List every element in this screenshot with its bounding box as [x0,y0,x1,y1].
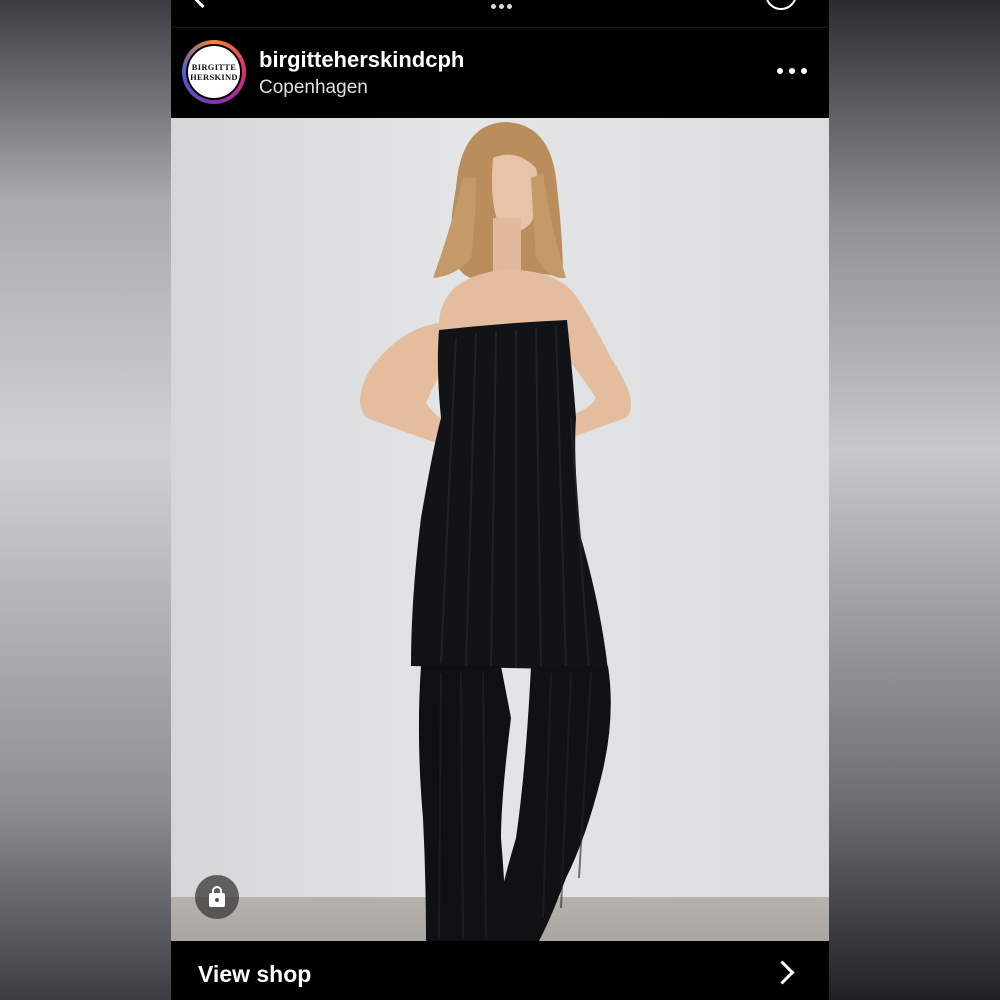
profile-circle-icon[interactable] [765,0,797,10]
background-blur-left [0,0,171,1000]
avatar[interactable]: BIRGITTE HERSKIND [186,44,242,100]
post-image[interactable] [171,118,829,941]
story-ring[interactable]: BIRGITTE HERSKIND [182,40,246,104]
post-header: BIRGITTE HERSKIND birgitteherskindcph Co… [171,28,829,118]
model-illustration [359,122,631,941]
avatar-logo-line1: BIRGITTE [191,62,237,72]
username[interactable]: birgitteherskindcph [259,47,464,73]
top-navigation-bar [171,0,829,28]
chevron-right-icon [770,960,795,985]
chevron-left-icon[interactable] [191,0,214,9]
location[interactable]: Copenhagen [259,77,368,99]
avatar-logo-line2: HERSKIND [190,72,238,82]
instagram-post-screen: BIRGITTE HERSKIND birgitteherskindcph Co… [171,0,829,1000]
view-shop-button[interactable]: View shop [171,941,829,1000]
shop-tag-button[interactable] [195,875,239,919]
shopping-bag-icon [209,885,225,907]
view-shop-label: View shop [198,961,312,987]
background-blur-right [829,0,1000,1000]
more-options-icon[interactable] [777,68,807,76]
page-indicator-icon [491,0,517,9]
